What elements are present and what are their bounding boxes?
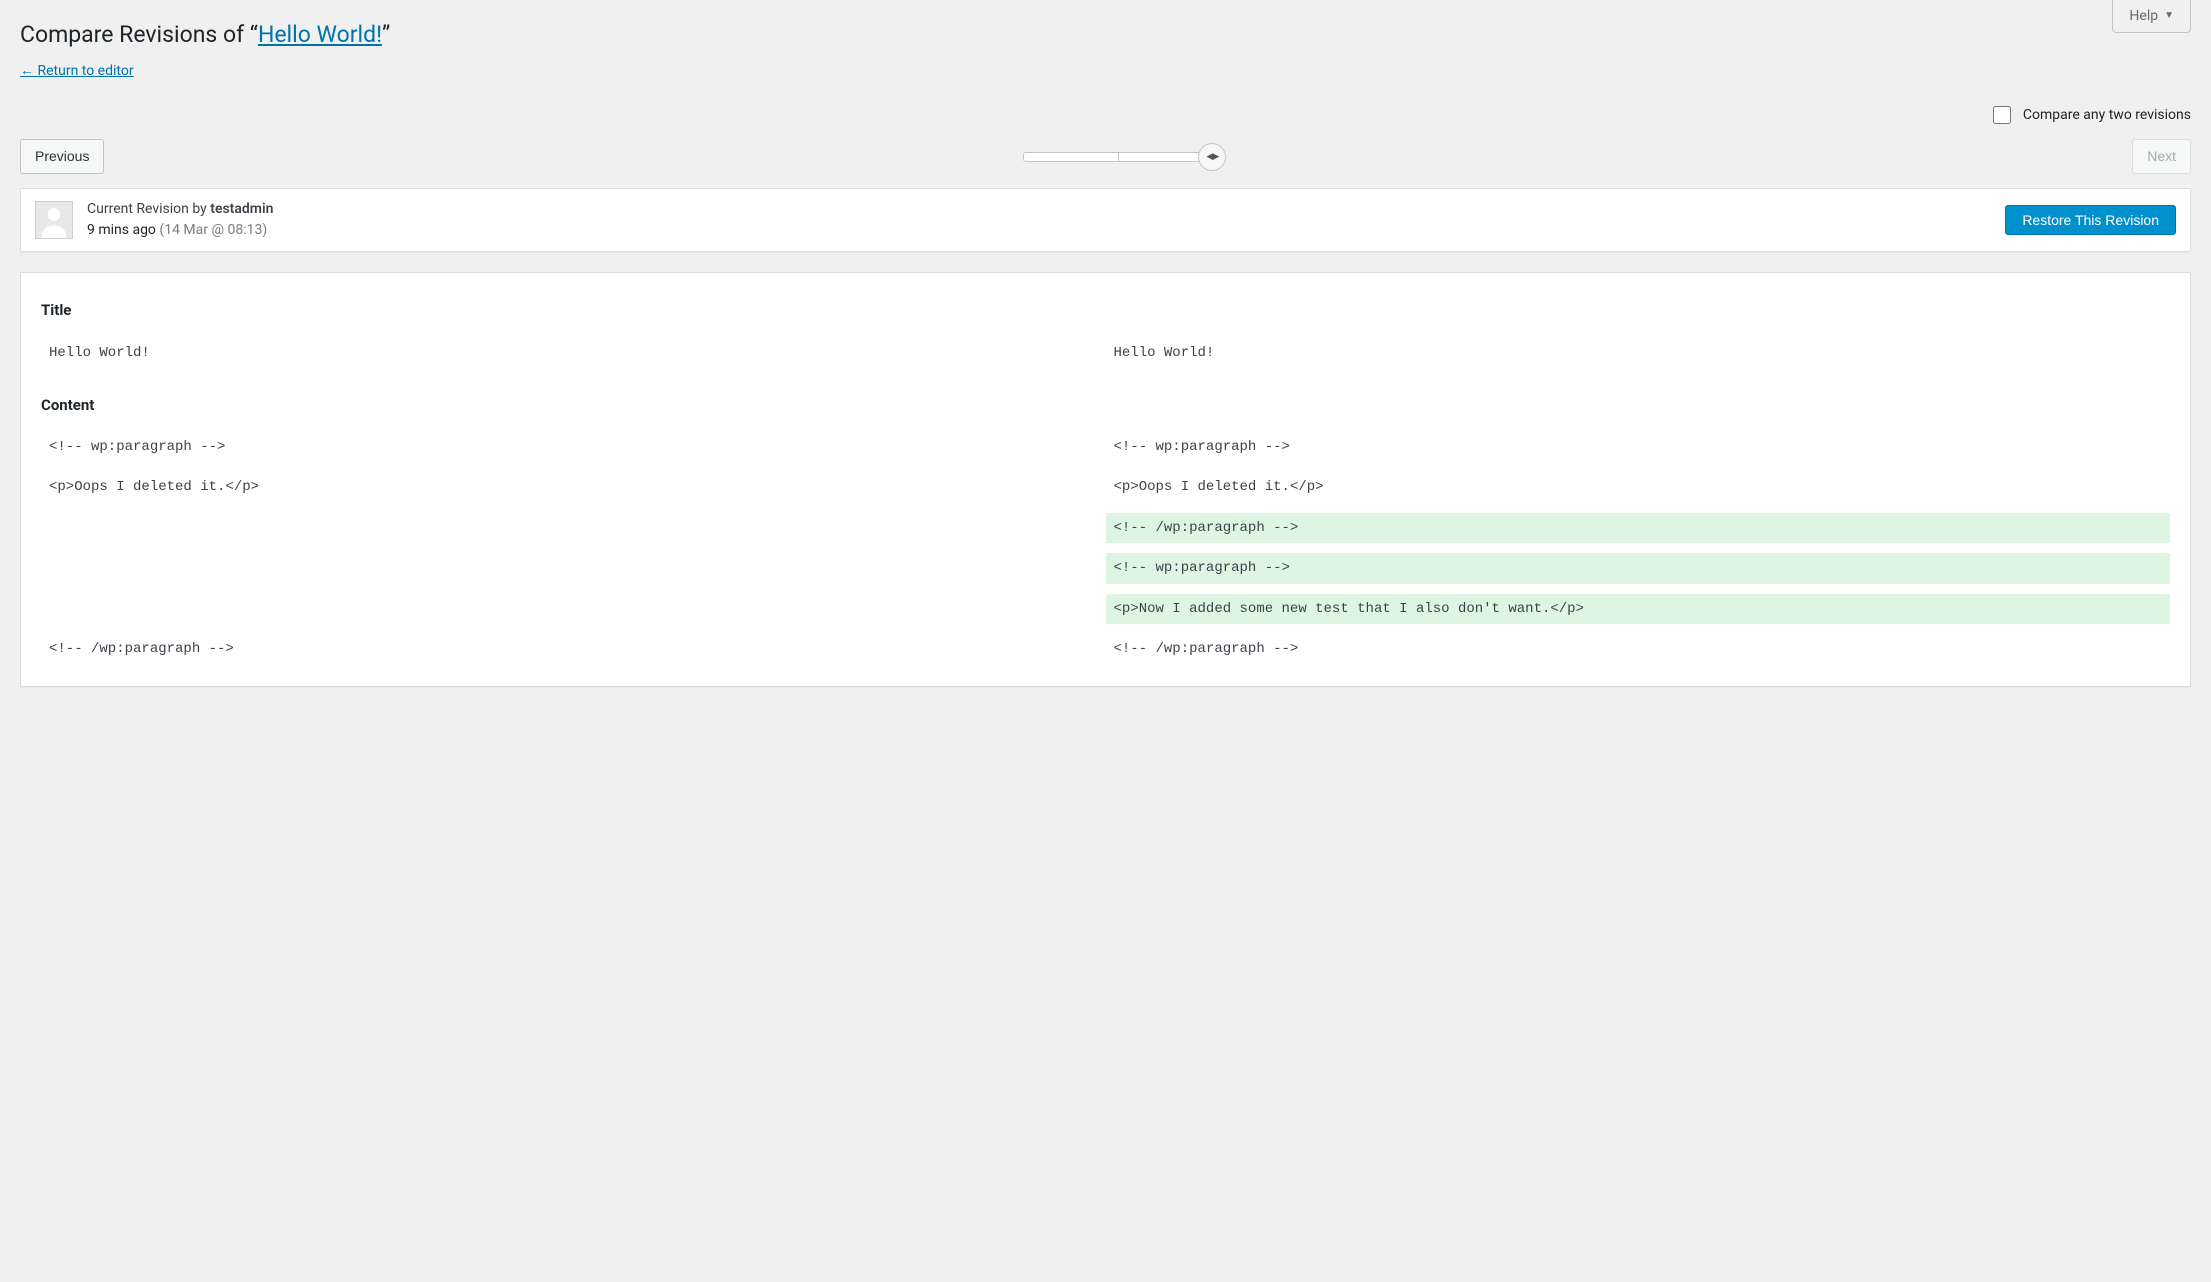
compare-any-checkbox[interactable] — [1993, 106, 2011, 124]
revision-ago: 9 mins ago — [87, 222, 156, 238]
diff-section-content: Content — [41, 396, 2170, 414]
page-title-prefix: Compare Revisions of “ — [20, 21, 258, 48]
next-button: Next — [2132, 139, 2191, 174]
drag-icon: ◀▶ — [1206, 148, 1218, 166]
diff-cell-right: <!-- /wp:paragraph --> — [1106, 634, 2171, 664]
diff-section-title: Title — [41, 301, 2170, 319]
help-tab[interactable]: Help ▼ — [2112, 0, 2191, 33]
diff-cell-right: <!-- wp:paragraph --> — [1106, 432, 2171, 462]
diff-cell-right: <p>Oops I deleted it.</p> — [1106, 472, 2171, 502]
restore-revision-button[interactable]: Restore This Revision — [2005, 205, 2176, 235]
diff-table-content: <!-- wp:paragraph --><!-- wp:paragraph -… — [41, 432, 2170, 664]
diff-cell-right: <!-- wp:paragraph --> — [1106, 553, 2171, 583]
previous-button[interactable]: Previous — [20, 139, 104, 174]
diff-table-title: Hello World! Hello World! — [41, 338, 2170, 368]
current-revision-by: Current Revision by — [87, 201, 210, 217]
revision-author: testadmin — [210, 201, 273, 217]
diff-cell-left: <!-- wp:paragraph --> — [41, 432, 1106, 462]
page-title-suffix: ” — [382, 21, 390, 48]
chevron-down-icon: ▼ — [2164, 7, 2174, 25]
revision-meta-box: Current Revision by testadmin 9 mins ago… — [20, 188, 2191, 252]
diff-cell-left: <p>Oops I deleted it.</p> — [41, 472, 1106, 502]
diff-cell-left — [41, 594, 1106, 624]
revision-meta-text: Current Revision by testadmin 9 mins ago… — [87, 199, 273, 241]
compare-any-label[interactable]: Compare any two revisions — [1993, 107, 2191, 123]
avatar — [35, 201, 73, 239]
diff-cell-left: Hello World! — [41, 338, 1106, 368]
diff-cell-right: <p>Now I added some new test that I also… — [1106, 594, 2171, 624]
diff-cell-left: <!-- /wp:paragraph --> — [41, 634, 1106, 664]
help-label: Help — [2129, 7, 2158, 25]
diff-cell-left — [41, 513, 1106, 543]
compare-any-row: Compare any two revisions — [20, 96, 2191, 139]
slider-handle[interactable]: ◀▶ — [1198, 143, 1226, 171]
diff-cell-right: Hello World! — [1106, 338, 2171, 368]
diff-box: Title Hello World! Hello World! Content … — [20, 272, 2191, 687]
post-title-link[interactable]: Hello World! — [258, 21, 382, 48]
compare-any-text: Compare any two revisions — [2023, 107, 2191, 123]
slider-tick — [1118, 153, 1119, 161]
diff-cell-left — [41, 553, 1106, 583]
revision-slider[interactable]: ◀▶ — [104, 152, 2132, 162]
page-title: Compare Revisions of “Hello World!” — [20, 0, 2191, 56]
return-to-editor-link[interactable]: ← Return to editor — [20, 62, 134, 80]
slider-track[interactable]: ◀▶ — [1023, 152, 1213, 162]
revision-nav-row: Previous ◀▶ Next — [20, 139, 2191, 188]
diff-cell-right: <!-- /wp:paragraph --> — [1106, 513, 2171, 543]
revision-timestamp: (14 Mar @ 08:13) — [159, 222, 267, 238]
